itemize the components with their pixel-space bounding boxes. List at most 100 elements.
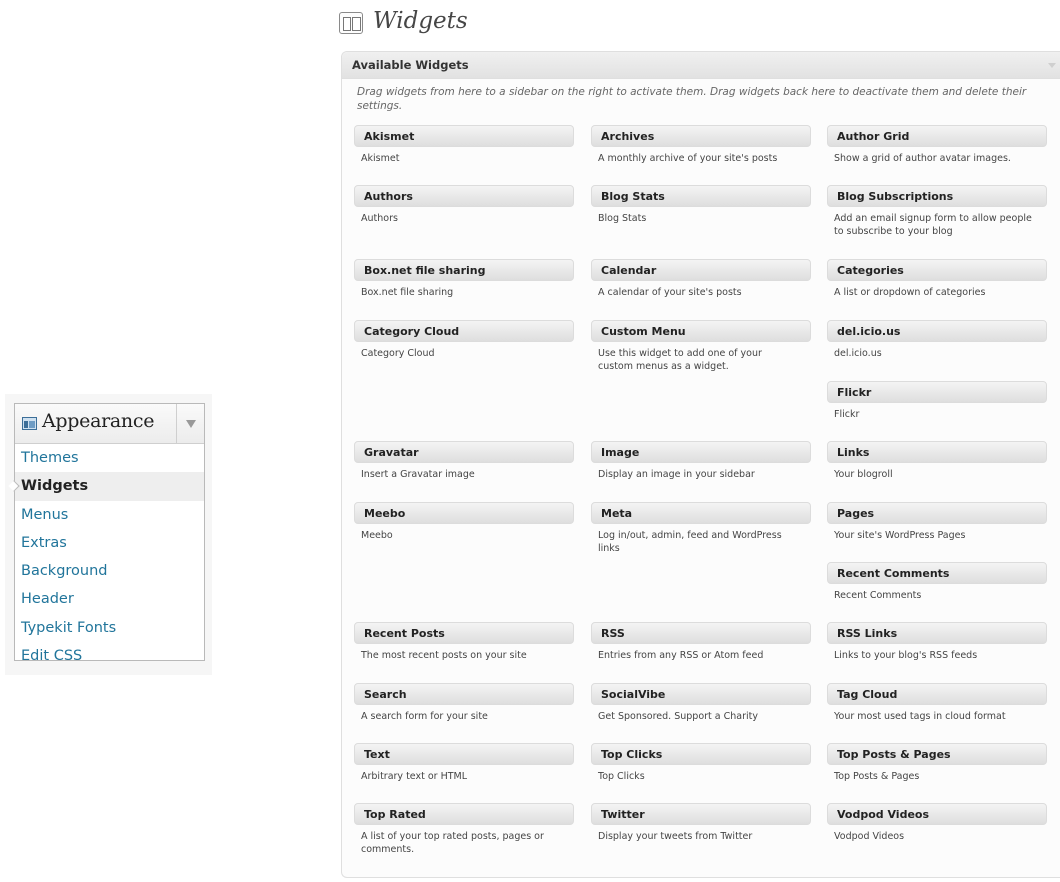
- widget-gravatar: Gravatar Insert a Gravatar image: [354, 441, 574, 482]
- widget-title[interactable]: Blog Stats: [591, 185, 811, 207]
- widget-description: A list or dropdown of categories: [834, 287, 986, 298]
- widget-description: Entries from any RSS or Atom feed: [598, 650, 764, 661]
- chevron-down-icon[interactable]: [176, 404, 204, 443]
- widget-title[interactable]: RSS Links: [827, 622, 1047, 644]
- widget-description: The most recent posts on your site: [361, 650, 527, 661]
- widget-description: Arbitrary text or HTML: [361, 771, 468, 782]
- widget-title[interactable]: Custom Menu: [591, 320, 811, 342]
- widget-title[interactable]: Category Cloud: [354, 320, 574, 342]
- widget-title[interactable]: Search: [354, 683, 574, 705]
- widget-description: Your most used tags in cloud format: [834, 711, 1006, 722]
- widget-akismet: Akismet Akismet: [354, 125, 574, 166]
- widget-title[interactable]: Meebo: [354, 502, 574, 524]
- widget-description: Akismet: [361, 153, 400, 164]
- appearance-submenu: Themes Widgets Menus Extras Background H…: [15, 444, 204, 670]
- submenu-item-background[interactable]: Background: [15, 557, 204, 585]
- widget-title[interactable]: Vodpod Videos: [827, 803, 1047, 825]
- widget-blog-stats: Blog Stats Blog Stats: [591, 185, 811, 226]
- widget-description: Display your tweets from Twitter: [598, 831, 753, 842]
- widget-title[interactable]: Pages: [827, 502, 1047, 524]
- appearance-menu-header[interactable]: Appearance: [15, 404, 204, 444]
- widget-title[interactable]: Authors: [354, 185, 574, 207]
- widget-title[interactable]: Top Clicks: [591, 743, 811, 765]
- widget-title[interactable]: Gravatar: [354, 441, 574, 463]
- widget-title[interactable]: SocialVibe: [591, 683, 811, 705]
- widget-description: Insert a Gravatar image: [361, 469, 475, 480]
- widget-description: Top Clicks: [598, 771, 645, 782]
- widget-description: A monthly archive of your site's posts: [598, 153, 778, 164]
- widget-del-icio-us: del.icio.us del.icio.us: [827, 320, 1047, 361]
- submenu-item-header[interactable]: Header: [15, 585, 204, 613]
- widget-vodpod-videos: Vodpod Videos Vodpod Videos: [827, 803, 1047, 844]
- submenu-item-typekit-fonts[interactable]: Typekit Fonts: [15, 614, 204, 642]
- widget-description: Get Sponsored. Support a Charity: [598, 711, 759, 722]
- submenu-item-widgets[interactable]: Widgets: [15, 472, 204, 501]
- submenu-item-extras[interactable]: Extras: [15, 529, 204, 557]
- widget-description: Category Cloud: [361, 348, 435, 359]
- widget-title[interactable]: Author Grid: [827, 125, 1047, 147]
- widget-description: Links to your blog's RSS feeds: [834, 650, 978, 661]
- widgets-icon: [339, 12, 363, 34]
- widget-tag-cloud: Tag Cloud Your most used tags in cloud fo…: [827, 683, 1047, 724]
- widget-title[interactable]: Flickr: [827, 381, 1047, 403]
- widget-box-net-file-sharing: Box.net file sharing Box.net file sharing: [354, 259, 574, 300]
- widget-calendar: Calendar A calendar of your site's posts: [591, 259, 811, 300]
- widget-meebo: Meebo Meebo: [354, 502, 574, 543]
- widget-description: Recent Comments: [834, 590, 922, 601]
- widget-categories: Categories A list or dropdown of categori…: [827, 259, 1047, 300]
- widget-category-cloud: Category Cloud Category Cloud: [354, 320, 574, 361]
- collapse-arrow-icon[interactable]: [1048, 63, 1056, 68]
- widget-socialvibe: SocialVibe Get Sponsored. Support a Chari…: [591, 683, 811, 724]
- widget-custom-menu: Custom Menu Use this widget to add one of…: [591, 320, 811, 373]
- widget-title[interactable]: Recent Comments: [827, 562, 1047, 584]
- widget-title[interactable]: Top Rated: [354, 803, 574, 825]
- widget-title[interactable]: Categories: [827, 259, 1047, 281]
- widget-twitter: Twitter Display your tweets from Twitter: [591, 803, 811, 844]
- widget-description: Use this widget to add one of your custo…: [598, 348, 762, 372]
- submenu-item-menus[interactable]: Menus: [15, 501, 204, 529]
- page-title: Widgets: [373, 8, 468, 34]
- widget-description: A search form for your site: [361, 711, 488, 722]
- widget-title[interactable]: Top Posts & Pages: [827, 743, 1047, 765]
- widget-title[interactable]: del.icio.us: [827, 320, 1047, 342]
- widget-title[interactable]: Box.net file sharing: [354, 259, 574, 281]
- widget-title[interactable]: Image: [591, 441, 811, 463]
- appearance-menu-box: Appearance Themes Widgets Menus Extras B…: [14, 403, 205, 664]
- widget-title[interactable]: Links: [827, 441, 1047, 463]
- widget-title[interactable]: Twitter: [591, 803, 811, 825]
- widget-title[interactable]: Tag Cloud: [827, 683, 1047, 705]
- widget-title[interactable]: Text: [354, 743, 574, 765]
- widget-description: del.icio.us: [834, 348, 882, 359]
- widget-title[interactable]: Akismet: [354, 125, 574, 147]
- widget-links: Links Your blogroll: [827, 441, 1047, 482]
- widget-title[interactable]: Archives: [591, 125, 811, 147]
- widget-flickr: Flickr Flickr: [827, 381, 1047, 422]
- widget-description: Blog Stats: [598, 213, 647, 224]
- submenu-item-edit-css[interactable]: Edit CSS: [15, 642, 204, 670]
- widget-description: Show a grid of author avatar images.: [834, 153, 1011, 164]
- widget-description: A list of your top rated posts, pages or…: [361, 831, 544, 855]
- widget-description: Add an email signup form to allow people…: [834, 213, 1032, 237]
- widget-title[interactable]: Calendar: [591, 259, 811, 281]
- widget-description: Meebo: [361, 530, 393, 541]
- widget-text: Text Arbitrary text or HTML: [354, 743, 574, 784]
- widget-title[interactable]: Recent Posts: [354, 622, 574, 644]
- widget-title[interactable]: RSS: [591, 622, 811, 644]
- widget-description: Box.net file sharing: [361, 287, 454, 298]
- available-widgets-heading: Available Widgets: [352, 58, 469, 72]
- widget-recent-comments: Recent Comments Recent Comments: [827, 562, 1047, 603]
- widget-rss: RSS Entries from any RSS or Atom feed: [591, 622, 811, 663]
- available-widgets-header[interactable]: Available Widgets: [342, 52, 1060, 79]
- widget-title[interactable]: Blog Subscriptions: [827, 185, 1047, 207]
- widget-top-clicks: Top Clicks Top Clicks: [591, 743, 811, 784]
- widget-archives: Archives A monthly archive of your site's…: [591, 125, 811, 166]
- widget-description: A calendar of your site's posts: [598, 287, 742, 298]
- appearance-icon: [22, 417, 37, 430]
- submenu-item-themes[interactable]: Themes: [15, 444, 204, 472]
- widget-description: Authors: [361, 213, 398, 224]
- widget-description: Flickr: [834, 409, 860, 420]
- widget-title[interactable]: Meta: [591, 502, 811, 524]
- widget-meta: Meta Log in/out, admin, feed and WordPres…: [591, 502, 811, 555]
- appearance-menu-title: Appearance: [42, 410, 155, 432]
- widget-pages: Pages Your site's WordPress Pages: [827, 502, 1047, 543]
